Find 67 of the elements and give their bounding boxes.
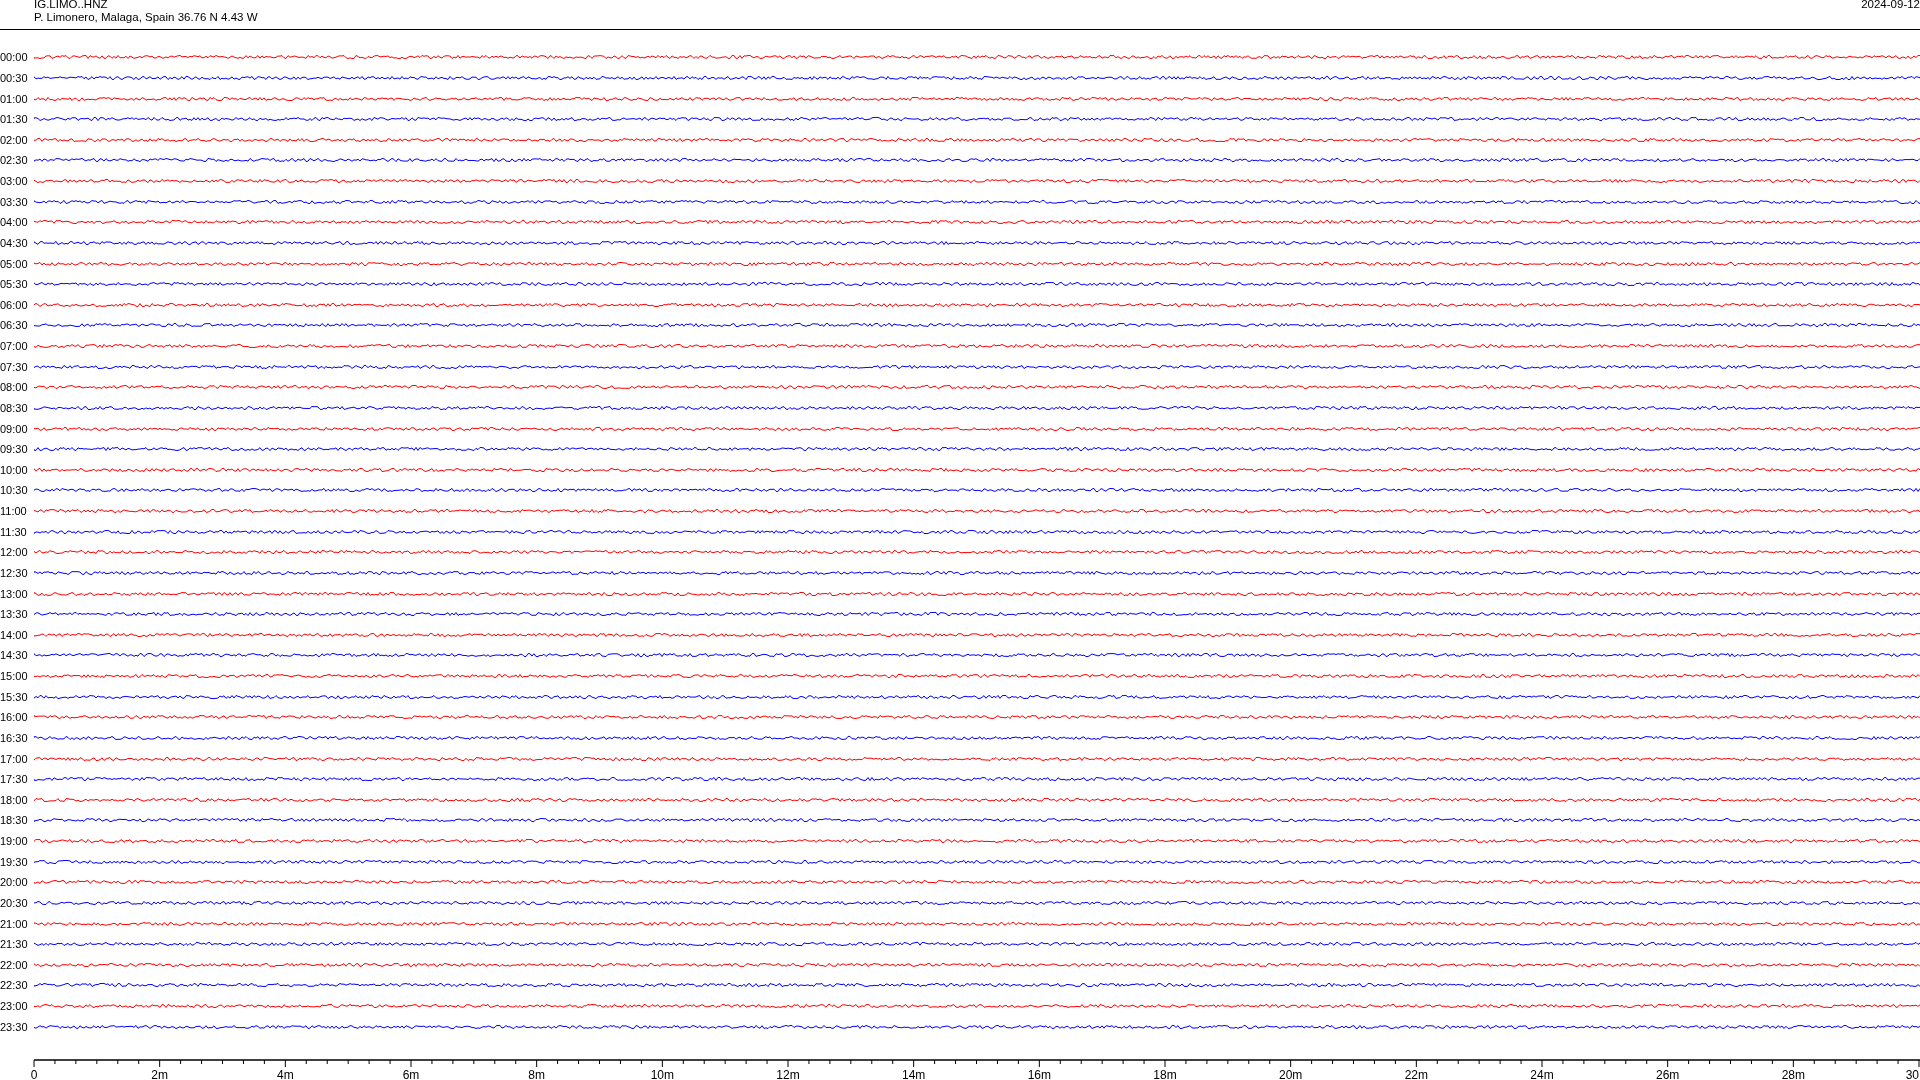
axis-label: 26m bbox=[1656, 1068, 1680, 1080]
time-label: 05:00 bbox=[0, 257, 29, 270]
time-label: 00:30 bbox=[0, 71, 29, 84]
time-label: 11:30 bbox=[0, 525, 28, 538]
time-label: 20:00 bbox=[0, 876, 29, 889]
axis-label: 6m bbox=[402, 1068, 420, 1080]
time-label: 05:30 bbox=[0, 278, 29, 291]
time-label: 02:30 bbox=[0, 154, 29, 167]
time-label: 10:00 bbox=[0, 463, 29, 476]
axis-label: 24m bbox=[1530, 1068, 1554, 1080]
time-label: 07:00 bbox=[0, 340, 29, 353]
station-info: P. Limonero, Malaga, Spain 36.76 N 4.43 W bbox=[34, 11, 258, 24]
time-label: 13:30 bbox=[0, 608, 29, 621]
time-label: 03:00 bbox=[0, 175, 29, 188]
axis-label: 8m bbox=[528, 1068, 545, 1080]
axis-label: 16m bbox=[1027, 1068, 1051, 1080]
time-label: 04:00 bbox=[0, 216, 29, 229]
axis-label: 30 bbox=[1905, 1068, 1919, 1080]
time-label: 08:00 bbox=[0, 381, 29, 394]
time-label: 12:00 bbox=[0, 546, 29, 559]
time-label: 18:30 bbox=[0, 814, 29, 827]
time-label: 23:30 bbox=[0, 1020, 29, 1033]
time-label: 19:30 bbox=[0, 855, 29, 868]
axis-label: 4m bbox=[277, 1068, 294, 1080]
date-label: 2024-09-12 bbox=[1861, 0, 1920, 12]
time-label: 04:30 bbox=[0, 236, 29, 249]
time-label: 16:30 bbox=[0, 731, 29, 744]
time-label: 01:00 bbox=[0, 92, 29, 105]
time-label: 09:00 bbox=[0, 422, 29, 435]
time-label: 13:00 bbox=[0, 587, 29, 600]
time-label: 17:00 bbox=[0, 752, 29, 765]
time-label: 14:30 bbox=[0, 649, 29, 662]
time-label: 16:00 bbox=[0, 711, 29, 724]
time-label: 20:30 bbox=[0, 896, 29, 909]
time-label: 21:30 bbox=[0, 938, 29, 951]
time-label: 22:00 bbox=[0, 958, 29, 971]
time-label: 07:30 bbox=[0, 360, 29, 373]
time-label: 14:00 bbox=[0, 628, 29, 641]
time-label: 09:30 bbox=[0, 443, 29, 456]
time-label: 01:30 bbox=[0, 113, 29, 126]
time-label: 18:00 bbox=[0, 793, 29, 806]
time-label: 11:00 bbox=[0, 505, 28, 518]
time-label: 12:30 bbox=[0, 566, 29, 579]
axis-label: 10m bbox=[650, 1068, 674, 1080]
time-label: 06:00 bbox=[0, 298, 29, 311]
time-label: 23:00 bbox=[0, 1000, 29, 1013]
time-label: 19:00 bbox=[0, 835, 29, 848]
time-label: 15:00 bbox=[0, 670, 29, 683]
time-label: 03:30 bbox=[0, 195, 29, 208]
axis-label: 2m bbox=[151, 1068, 168, 1080]
time-label: 06:30 bbox=[0, 319, 29, 332]
time-label: 02:00 bbox=[0, 133, 29, 146]
time-label: 15:30 bbox=[0, 690, 29, 703]
axis-label: 14m bbox=[902, 1068, 926, 1080]
axis-label: 28m bbox=[1781, 1068, 1805, 1080]
axis-label: 22m bbox=[1404, 1068, 1428, 1080]
axis-label: 20m bbox=[1279, 1068, 1303, 1080]
time-label: 08:30 bbox=[0, 401, 29, 414]
time-label: 00:00 bbox=[0, 51, 29, 64]
channel-title: IG.LIMO..HNZ bbox=[34, 0, 109, 11]
axis-label: 12m bbox=[776, 1068, 800, 1080]
time-label: 17:30 bbox=[0, 773, 29, 786]
axis-label: 0 bbox=[30, 1068, 38, 1080]
axis-label: 18m bbox=[1153, 1068, 1177, 1080]
time-label: 21:00 bbox=[0, 917, 29, 930]
time-label: 10:30 bbox=[0, 484, 29, 497]
time-label: 22:30 bbox=[0, 979, 29, 992]
